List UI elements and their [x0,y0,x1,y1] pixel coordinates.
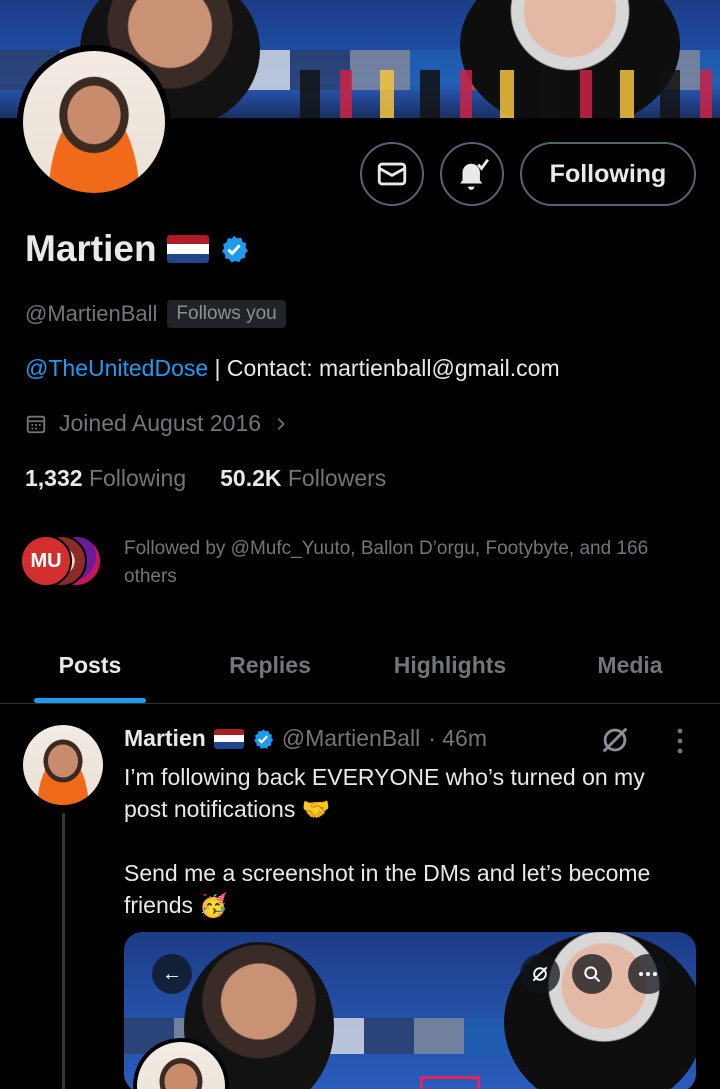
followers-label: Followers [287,465,387,491]
tab-highlights-label: Highlights [393,652,507,678]
profile-handle: @MartienBall [25,301,158,326]
post-author-name[interactable]: Martien [124,725,206,752]
bell-check-icon [460,158,489,190]
more-horizontal-icon[interactable] [628,954,668,994]
mutual-followers-avatars: MU [20,535,106,589]
followers-stat[interactable]: 50.2K Followers [220,465,386,492]
tab-posts-label: Posts [58,652,122,678]
profile-bio: @TheUnitedDose | Contact: martienball@gm… [25,355,560,382]
more-options-icon[interactable] [668,727,692,755]
active-tab-indicator [34,698,146,703]
followers-count: 50.2K [220,465,282,491]
tab-media[interactable]: Media [540,628,720,703]
profile-tabs: Posts Replies Highlights Media [0,628,720,704]
back-arrow-icon[interactable]: ← [152,954,192,994]
banner-microphones [300,70,720,118]
profile-avatar-photo [23,51,165,193]
tab-posts[interactable]: Posts [0,628,180,703]
notifications-button[interactable] [440,142,504,206]
search-icon[interactable] [572,954,612,994]
tab-highlights[interactable]: Highlights [360,628,540,703]
tab-replies-label: Replies [229,652,311,678]
joined-date: Joined August 2016 [59,410,262,436]
post-author-handle: @MartienBall [281,725,421,751]
post-avatar[interactable] [23,725,103,805]
profile-name-row: Martien [25,228,249,270]
netherlands-flag-icon [166,235,209,263]
post-time: · 46m [428,725,487,751]
followed-by-text: Followed by @Mufc_Yuuto, Ballon D’orgu, … [124,538,649,587]
following-label: Following [88,465,187,491]
thread-line [62,813,65,1089]
calendar-icon [26,415,46,433]
post-text: I’m following back EVERYONE who’s turned… [124,764,651,918]
profile-name: Martien [25,228,157,269]
following-count: 1,332 [25,465,83,491]
verified-badge-icon [221,235,248,263]
following-button[interactable]: Following [520,142,696,206]
tab-media-label: Media [597,652,663,678]
bio-mention-link[interactable]: @TheUnitedDose [25,355,208,381]
joined-date-row[interactable]: Joined August 2016 [25,410,289,437]
follows-you-badge: Follows you [167,300,286,328]
envelope-icon [377,162,407,186]
bio-text: | Contact: martienball@gmail.com [208,355,560,381]
follow-stats: 1,332 Following 50.2K Followers [25,465,386,492]
verified-badge-icon [253,728,273,749]
tab-replies[interactable]: Replies [180,628,360,703]
grok-icon[interactable] [598,723,632,757]
followed-by-row[interactable]: MU Followed by @Mufc_Yuuto, Ballon D’org… [20,535,684,591]
highlight-box [420,1076,480,1089]
profile-handle-row: @MartienBall Follows you [25,300,286,328]
chevron-right-icon [277,417,285,430]
netherlands-flag-icon [213,728,244,749]
profile-avatar[interactable] [17,45,171,199]
following-stat[interactable]: 1,332 Following [25,465,186,492]
grok-media-icon[interactable] [520,954,560,994]
mutual-avatar-1: MU [20,535,72,587]
pinned-post[interactable]: Martien @MartienBall · 46m I’m following… [0,705,720,1089]
message-button[interactable] [360,142,424,206]
